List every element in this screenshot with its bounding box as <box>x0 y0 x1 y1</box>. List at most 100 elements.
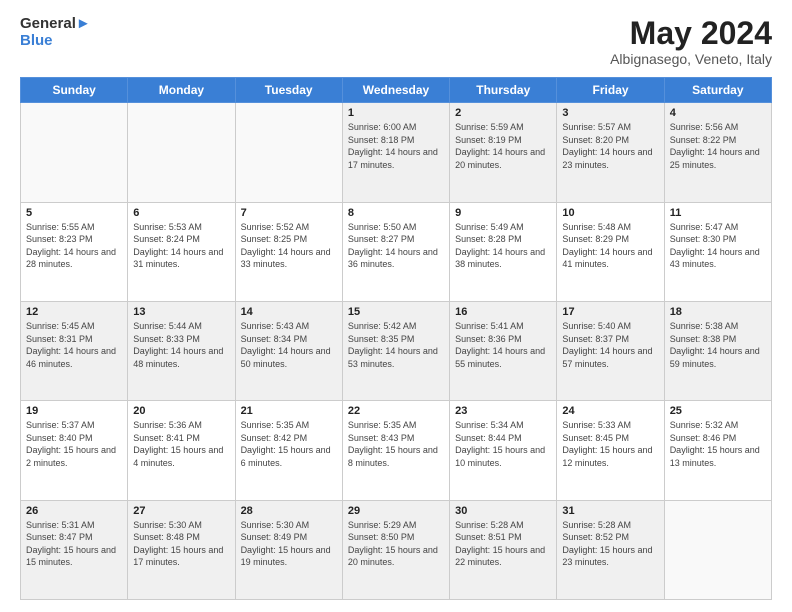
day-number: 1 <box>348 107 444 119</box>
day-info: Sunrise: 5:33 AM Sunset: 8:45 PM Dayligh… <box>562 419 658 469</box>
table-row <box>128 103 235 202</box>
day-info: Sunrise: 5:37 AM Sunset: 8:40 PM Dayligh… <box>26 419 122 469</box>
table-row: 25 Sunrise: 5:32 AM Sunset: 8:46 PM Dayli… <box>664 401 771 500</box>
table-row: 31Sunrise: 5:28 AM Sunset: 8:52 PM Dayli… <box>557 500 664 599</box>
col-sunday: Sunday <box>21 78 128 103</box>
table-row: 28Sunrise: 5:30 AM Sunset: 8:49 PM Dayli… <box>235 500 342 599</box>
table-row: 22Sunrise: 5:35 AM Sunset: 8:43 PM Dayli… <box>342 401 449 500</box>
day-info: Sunrise: 5:32 AM Sunset: 8:46 PM Dayligh… <box>670 419 766 469</box>
day-number: 21 <box>241 405 337 417</box>
col-tuesday: Tuesday <box>235 78 342 103</box>
day-info: Sunrise: 5:53 AM Sunset: 8:24 PM Dayligh… <box>133 221 229 271</box>
day-info: Sunrise: 5:35 AM Sunset: 8:42 PM Dayligh… <box>241 419 337 469</box>
day-number: 10 <box>562 207 658 219</box>
table-row: 17Sunrise: 5:40 AM Sunset: 8:37 PM Dayli… <box>557 301 664 400</box>
table-row: 30 Sunrise: 5:28 AM Sunset: 8:51 PM Dayli… <box>450 500 557 599</box>
table-row: 9 Sunrise: 5:49 AM Sunset: 8:28 PM Daylig… <box>450 202 557 301</box>
day-number: 19 <box>26 405 122 417</box>
day-number: 23 <box>455 405 551 417</box>
table-row <box>235 103 342 202</box>
calendar-table: Sunday Monday Tuesday Wednesday Thursday… <box>20 77 772 600</box>
day-info: Sunrise: 5:31 AM Sunset: 8:47 PM Dayligh… <box>26 519 122 569</box>
col-thursday: Thursday <box>450 78 557 103</box>
day-info: Sunrise: 5:42 AM Sunset: 8:35 PM Dayligh… <box>348 320 444 370</box>
day-number: 7 <box>241 207 337 219</box>
day-number: 3 <box>562 107 658 119</box>
logo-blue: Blue <box>20 33 91 50</box>
day-info: Sunrise: 5:47 AM Sunset: 8:30 PM Dayligh… <box>670 221 766 271</box>
table-row: 26Sunrise: 5:31 AM Sunset: 8:47 PM Dayli… <box>21 500 128 599</box>
day-info: Sunrise: 5:52 AM Sunset: 8:25 PM Dayligh… <box>241 221 337 271</box>
table-row: 15 Sunrise: 5:42 AM Sunset: 8:35 PM Dayli… <box>342 301 449 400</box>
page: General► Blue May 2024 Albignasego, Vene… <box>0 0 792 612</box>
day-number: 8 <box>348 207 444 219</box>
month-title: May 2024 <box>610 16 772 51</box>
table-row <box>21 103 128 202</box>
table-row: 24 Sunrise: 5:33 AM Sunset: 8:45 PM Dayli… <box>557 401 664 500</box>
col-wednesday: Wednesday <box>342 78 449 103</box>
logo: General► Blue <box>20 16 91 49</box>
table-row: 8 Sunrise: 5:50 AM Sunset: 8:27 PM Daylig… <box>342 202 449 301</box>
day-info: Sunrise: 5:44 AM Sunset: 8:33 PM Dayligh… <box>133 320 229 370</box>
location: Albignasego, Veneto, Italy <box>610 51 772 67</box>
table-row: 18 Sunrise: 5:38 AM Sunset: 8:38 PM Dayli… <box>664 301 771 400</box>
day-info: Sunrise: 5:50 AM Sunset: 8:27 PM Dayligh… <box>348 221 444 271</box>
day-number: 29 <box>348 505 444 517</box>
table-row: 27 Sunrise: 5:30 AM Sunset: 8:48 PM Dayli… <box>128 500 235 599</box>
day-info: Sunrise: 5:38 AM Sunset: 8:38 PM Dayligh… <box>670 320 766 370</box>
day-info: Sunrise: 6:00 AM Sunset: 8:18 PM Dayligh… <box>348 121 444 171</box>
day-number: 15 <box>348 306 444 318</box>
table-row: 6Sunrise: 5:53 AM Sunset: 8:24 PM Daylig… <box>128 202 235 301</box>
table-row: 16 Sunrise: 5:41 AM Sunset: 8:36 PM Dayli… <box>450 301 557 400</box>
logo-general: General► <box>20 16 91 33</box>
table-row: 20 Sunrise: 5:36 AM Sunset: 8:41 PM Dayli… <box>128 401 235 500</box>
day-number: 25 <box>670 405 766 417</box>
day-info: Sunrise: 5:36 AM Sunset: 8:41 PM Dayligh… <box>133 419 229 469</box>
day-info: Sunrise: 5:28 AM Sunset: 8:52 PM Dayligh… <box>562 519 658 569</box>
day-number: 24 <box>562 405 658 417</box>
day-number: 13 <box>133 306 229 318</box>
day-number: 27 <box>133 505 229 517</box>
day-info: Sunrise: 5:28 AM Sunset: 8:51 PM Dayligh… <box>455 519 551 569</box>
day-number: 5 <box>26 207 122 219</box>
table-row: 4 Sunrise: 5:56 AM Sunset: 8:22 PM Daylig… <box>664 103 771 202</box>
table-row: 1 Sunrise: 6:00 AM Sunset: 8:18 PM Daylig… <box>342 103 449 202</box>
day-number: 2 <box>455 107 551 119</box>
day-info: Sunrise: 5:57 AM Sunset: 8:20 PM Dayligh… <box>562 121 658 171</box>
table-row: 10 Sunrise: 5:48 AM Sunset: 8:29 PM Dayli… <box>557 202 664 301</box>
table-row: 5 Sunrise: 5:55 AM Sunset: 8:23 PM Daylig… <box>21 202 128 301</box>
day-info: Sunrise: 5:41 AM Sunset: 8:36 PM Dayligh… <box>455 320 551 370</box>
day-info: Sunrise: 5:56 AM Sunset: 8:22 PM Dayligh… <box>670 121 766 171</box>
day-info: Sunrise: 5:55 AM Sunset: 8:23 PM Dayligh… <box>26 221 122 271</box>
day-info: Sunrise: 5:49 AM Sunset: 8:28 PM Dayligh… <box>455 221 551 271</box>
day-info: Sunrise: 5:34 AM Sunset: 8:44 PM Dayligh… <box>455 419 551 469</box>
table-row: 3 Sunrise: 5:57 AM Sunset: 8:20 PM Daylig… <box>557 103 664 202</box>
day-info: Sunrise: 5:29 AM Sunset: 8:50 PM Dayligh… <box>348 519 444 569</box>
day-info: Sunrise: 5:48 AM Sunset: 8:29 PM Dayligh… <box>562 221 658 271</box>
day-number: 20 <box>133 405 229 417</box>
day-number: 18 <box>670 306 766 318</box>
table-row: 29 Sunrise: 5:29 AM Sunset: 8:50 PM Dayli… <box>342 500 449 599</box>
day-number: 16 <box>455 306 551 318</box>
table-row: 7 Sunrise: 5:52 AM Sunset: 8:25 PM Daylig… <box>235 202 342 301</box>
col-friday: Friday <box>557 78 664 103</box>
day-info: Sunrise: 5:30 AM Sunset: 8:49 PM Dayligh… <box>241 519 337 569</box>
day-info: Sunrise: 5:35 AM Sunset: 8:43 PM Dayligh… <box>348 419 444 469</box>
day-info: Sunrise: 5:43 AM Sunset: 8:34 PM Dayligh… <box>241 320 337 370</box>
table-row: 12Sunrise: 5:45 AM Sunset: 8:31 PM Dayli… <box>21 301 128 400</box>
day-number: 9 <box>455 207 551 219</box>
table-row: 13 Sunrise: 5:44 AM Sunset: 8:33 PM Dayli… <box>128 301 235 400</box>
calendar-header-row: Sunday Monday Tuesday Wednesday Thursday… <box>21 78 772 103</box>
table-row: 19 Sunrise: 5:37 AM Sunset: 8:40 PM Dayli… <box>21 401 128 500</box>
calendar-week-row: 26Sunrise: 5:31 AM Sunset: 8:47 PM Dayli… <box>21 500 772 599</box>
day-number: 11 <box>670 207 766 219</box>
day-number: 30 <box>455 505 551 517</box>
title-block: May 2024 Albignasego, Veneto, Italy <box>610 16 772 67</box>
table-row: 2Sunrise: 5:59 AM Sunset: 8:19 PM Daylig… <box>450 103 557 202</box>
day-info: Sunrise: 5:30 AM Sunset: 8:48 PM Dayligh… <box>133 519 229 569</box>
col-saturday: Saturday <box>664 78 771 103</box>
header: General► Blue May 2024 Albignasego, Vene… <box>20 16 772 67</box>
table-row: 21 Sunrise: 5:35 AM Sunset: 8:42 PM Dayli… <box>235 401 342 500</box>
calendar-week-row: 1 Sunrise: 6:00 AM Sunset: 8:18 PM Daylig… <box>21 103 772 202</box>
day-number: 4 <box>670 107 766 119</box>
